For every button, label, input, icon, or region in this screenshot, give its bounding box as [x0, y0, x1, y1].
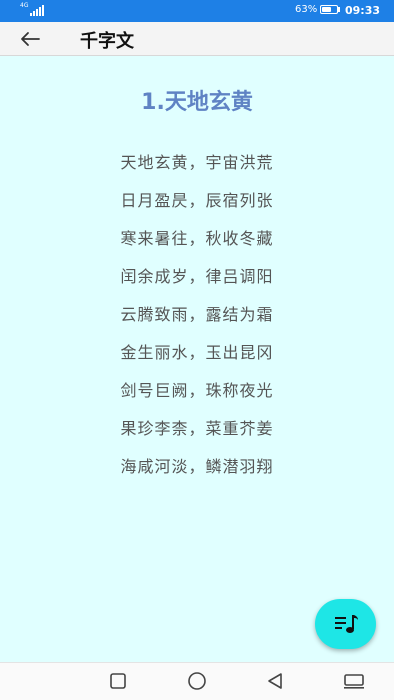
recents-button[interactable] — [107, 672, 129, 690]
keyboard-hide-button[interactable] — [343, 672, 365, 690]
verse-line: 天地玄黄，宇宙洪荒 — [120, 153, 274, 172]
system-nav-bar — [0, 662, 394, 700]
verse-line: 寒来暑往，秋收冬藏 — [120, 229, 274, 248]
arrow-left-icon — [21, 32, 40, 46]
battery-percent: 63% — [295, 4, 318, 15]
verse-line: 果珍李柰，菜重芥姜 — [120, 419, 274, 438]
verse-line: 日月盈昃，辰宿列张 — [120, 191, 274, 210]
app-title: 千字文 — [80, 31, 134, 52]
home-circle-icon — [188, 672, 206, 690]
recents-square-icon — [110, 673, 126, 689]
back-button[interactable] — [14, 26, 46, 52]
home-button[interactable] — [186, 672, 208, 690]
battery-level-fill — [322, 7, 331, 12]
network-type-label: 4G — [20, 2, 29, 9]
status-clock: 09:33 — [345, 4, 381, 17]
verse-list: 天地玄黄，宇宙洪荒 日月盈昃，辰宿列张 寒来暑往，秋收冬藏 闰余成岁，律吕调阳 … — [0, 151, 394, 493]
verse-line: 剑号巨阙，珠称夜光 — [120, 381, 274, 400]
verse-line: 海咸河淡，鳞潜羽翔 — [120, 457, 274, 476]
content-area: 1.天地玄黄 天地玄黄，宇宙洪荒 日月盈昃，辰宿列张 寒来暑往，秋收冬藏 闰余成… — [0, 56, 394, 662]
playlist-fab-button[interactable] — [315, 599, 376, 649]
battery-tip — [338, 7, 340, 12]
status-bar: 4G 63% 09:33 — [0, 0, 394, 22]
verse-line: 金生丽水，玉出昆冈 — [120, 343, 274, 362]
keyboard-hide-icon — [344, 674, 364, 689]
verse-line: 云腾致雨，露结为霜 — [120, 305, 274, 324]
app-bar: 千字文 — [0, 22, 394, 56]
back-triangle-icon — [268, 673, 282, 689]
nav-back-button[interactable] — [264, 672, 286, 690]
chapter-title: 1.天地玄黄 — [141, 90, 253, 115]
signal-strength-icon — [30, 3, 44, 16]
verse-line: 闰余成岁，律吕调阳 — [120, 267, 274, 286]
battery-icon — [320, 5, 338, 14]
screen: 4G 63% 09:33 千字文 1.天地玄黄 天地玄黄，宇宙洪荒 日月盈昃，辰… — [0, 0, 394, 700]
network-indicator: 4G — [20, 3, 44, 16]
playlist-music-icon — [334, 615, 358, 633]
